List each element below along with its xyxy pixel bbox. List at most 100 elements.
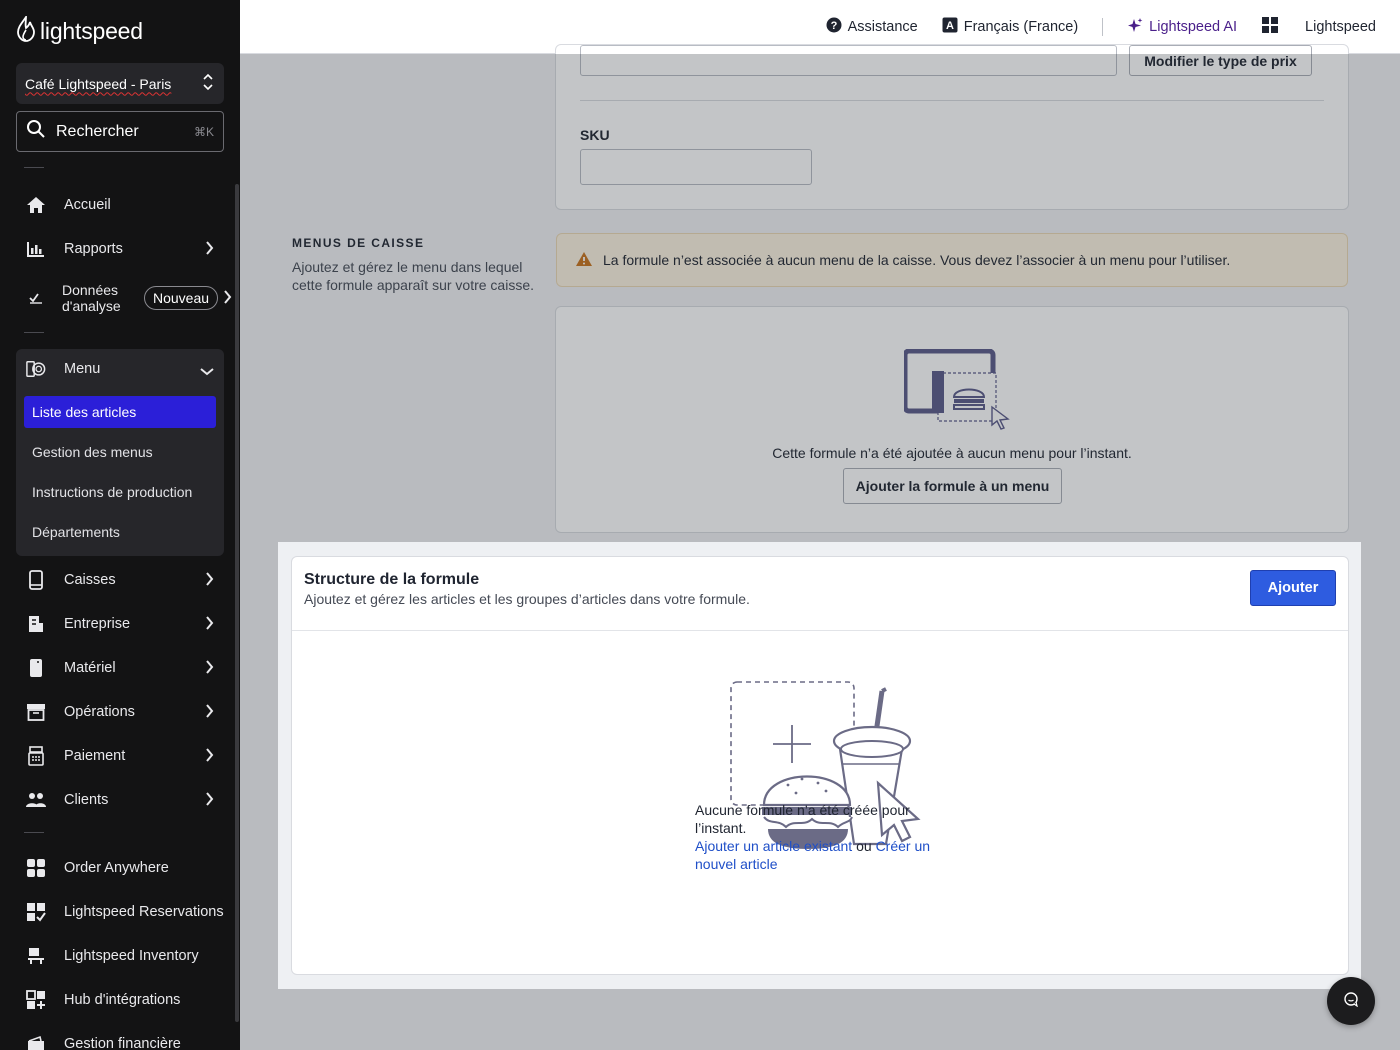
chevron-right-icon: [206, 660, 214, 678]
sidebar-item-caisses[interactable]: Caisses: [16, 560, 224, 600]
structure-card: Structure de la formule Ajoutez et gérez…: [291, 556, 1349, 975]
sidebar-item-label: Rapports: [64, 241, 123, 257]
sidebar-item-label: Opérations: [64, 704, 135, 720]
sidebar-item-label: Lightspeed Reservations: [64, 904, 224, 920]
sidebar-item-materiel[interactable]: Matériel: [16, 648, 224, 688]
sidebar-item-clients[interactable]: Clients: [16, 780, 224, 820]
add-button[interactable]: Ajouter: [1250, 570, 1336, 606]
location-selector[interactable]: Café Lightspeed - Paris: [16, 63, 224, 104]
language-selector[interactable]: A Français (France): [942, 17, 1078, 37]
grid-check-icon: [26, 902, 46, 922]
sidebar-item-paiement[interactable]: Paiement: [16, 736, 224, 776]
chevron-right-icon: [206, 241, 214, 259]
divider: [24, 332, 44, 333]
lightspeed-ai-button[interactable]: Lightspeed AI: [1127, 17, 1237, 37]
location-name: Café Lightspeed - Paris: [25, 75, 172, 92]
chevron-right-icon: [206, 792, 214, 810]
chevron-right-icon: [206, 704, 214, 722]
sidebar-item-label: Données d'analyse: [62, 282, 121, 314]
sidebar-item-operations[interactable]: Opérations: [16, 692, 224, 732]
chat-icon: [1343, 991, 1359, 1012]
sidebar-subitem-liste-articles[interactable]: Liste des articles: [24, 396, 216, 428]
chevron-right-icon: [206, 572, 214, 590]
device-icon: [26, 658, 46, 678]
or-text: ou: [856, 838, 872, 854]
chat-button[interactable]: [1327, 977, 1375, 1025]
users-icon: [26, 790, 46, 810]
sidebar-scrollbar[interactable]: [235, 184, 239, 1022]
home-icon: [26, 195, 46, 215]
search-placeholder: Rechercher: [56, 122, 139, 140]
chevron-right-icon: [206, 748, 214, 766]
search-icon: [26, 119, 46, 144]
logo-text: lightspeed: [40, 18, 143, 44]
chevron-down-icon: [200, 364, 214, 380]
sidebar-subitem-gestion-menus[interactable]: Gestion des menus: [24, 436, 216, 468]
structure-empty-text: Aucune formule n’a été créée pour l’inst…: [695, 802, 910, 836]
document-icon: [26, 614, 46, 634]
sidebar-item-label: Clients: [64, 792, 109, 808]
sidebar-item-reservations[interactable]: Lightspeed Reservations: [16, 892, 224, 932]
language-label: Français (France): [963, 18, 1079, 35]
grid-plus-icon: [26, 990, 46, 1010]
divider: [24, 167, 44, 168]
search-shortcut: ⌘K: [193, 124, 214, 139]
sidebar-item-accueil[interactable]: Accueil: [16, 185, 224, 225]
separator: [1102, 17, 1104, 36]
chevron-updown-icon: [202, 73, 214, 94]
sidebar-subitem-departements[interactable]: Départements: [24, 516, 216, 548]
sidebar-item-label: Paiement: [64, 748, 126, 764]
menu-book-icon: [26, 359, 46, 379]
lightspeed-logo[interactable]: lightspeed: [16, 14, 143, 47]
chevron-right-icon: [206, 616, 214, 634]
lightspeed-ai-label: Lightspeed AI: [1149, 18, 1238, 35]
sidebar-item-order-anywhere[interactable]: Order Anywhere: [16, 848, 224, 888]
assistance-label: Assistance: [847, 18, 918, 35]
sidebar-item-gestion-financiere[interactable]: Gestion financière: [16, 1024, 224, 1050]
sidebar-item-rapports[interactable]: Rapports: [16, 229, 224, 269]
tablet-icon: [26, 570, 46, 590]
structure-title: Structure de la formule: [304, 571, 480, 588]
divider: [24, 832, 44, 833]
chart-bar-icon: [26, 239, 46, 259]
sidebar-item-inventory[interactable]: Lightspeed Inventory: [16, 936, 224, 976]
search-input[interactable]: Rechercher ⌘K: [16, 111, 224, 152]
sidebar-item-label: Accueil: [64, 197, 111, 213]
structure-empty-state: Aucune formule n’a été créée pour l’inst…: [695, 801, 945, 873]
sidebar-item-label: Hub d'intégrations: [64, 992, 181, 1008]
sidebar-item-label: Order Anywhere: [64, 860, 169, 876]
svg-text:A: A: [946, 20, 954, 32]
svg-text:?: ?: [830, 20, 837, 32]
analytics-icon: [26, 288, 46, 308]
sidebar-item-hub[interactable]: Hub d'intégrations: [16, 980, 224, 1020]
register-icon: [26, 746, 46, 766]
sidebar-item-label: Lightspeed Inventory: [64, 948, 199, 964]
account-label: Lightspeed: [1305, 18, 1376, 35]
sidebar-item-entreprise[interactable]: Entreprise: [16, 604, 224, 644]
structure-subtitle: Ajoutez et gérez les articles et les gro…: [304, 591, 750, 607]
structure-highlight: Structure de la formule Ajoutez et gérez…: [278, 542, 1361, 989]
structure-header: Structure de la formule Ajoutez et gérez…: [292, 557, 1348, 631]
add-existing-article-link[interactable]: Ajouter un article existant: [695, 838, 852, 854]
flame-logo-icon: [16, 14, 36, 47]
sparkle-icon: [1127, 17, 1143, 37]
sidebar-item-label: Menu: [64, 361, 101, 377]
sidebar-item-label: Matériel: [64, 660, 116, 676]
menu-group: Menu Liste des articles Gestion des menu…: [16, 349, 224, 556]
sidebar-item-menu[interactable]: Menu: [16, 349, 224, 389]
account-button[interactable]: Lightspeed: [1305, 19, 1376, 35]
sidebar-subitem-instructions[interactable]: Instructions de production: [24, 476, 216, 508]
sidebar: lightspeed Café Lightspeed - Paris Reche…: [0, 0, 240, 1050]
assistance-button[interactable]: ? Assistance: [826, 17, 918, 37]
wallet-icon: [26, 1034, 46, 1050]
sidebar-item-label: Entreprise: [64, 616, 131, 632]
apps-grid-button[interactable]: [1261, 16, 1279, 38]
apps-grid-icon: [1261, 16, 1279, 38]
new-badge: Nouveau: [144, 286, 219, 310]
sidebar-item-donnees[interactable]: Données d'analyse Nouveau: [16, 277, 232, 319]
sidebar-item-label: Gestion financière: [64, 1036, 181, 1050]
language-icon: A: [942, 17, 958, 37]
sidebar-item-label: Caisses: [64, 572, 116, 588]
grid-app-icon: [26, 858, 46, 878]
inventory-icon: [26, 946, 46, 966]
